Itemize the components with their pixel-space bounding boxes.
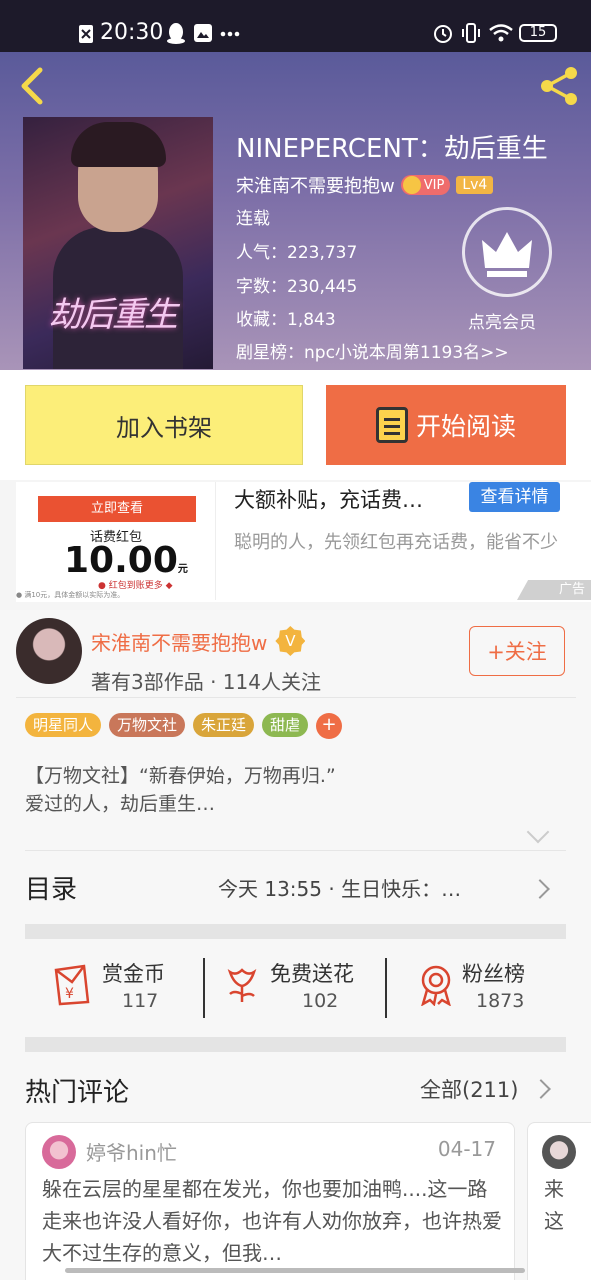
section-divider — [25, 924, 566, 939]
book-word-count: 字数：230,445 — [236, 277, 358, 297]
ad-amount-value: 10.00 — [64, 540, 178, 581]
stats-divider — [203, 958, 205, 1018]
action-bar: 加入书架 开始阅读 — [0, 370, 591, 480]
expand-intro-icon[interactable] — [526, 820, 550, 844]
book-popularity: 人气：223,737 — [236, 243, 358, 263]
ad-image-fine-print: ● 满10元，具体金额以实际为准。 — [16, 591, 125, 599]
ad-description: 聪明的人，先领红包再充话费，能省不少 — [234, 532, 558, 553]
ad-image-button: 立即查看 — [38, 496, 196, 522]
author-stats: 著有3部作品 · 114人关注 — [91, 670, 321, 694]
cover-hair — [71, 122, 166, 167]
send-flowers-value: 102 — [302, 990, 339, 1012]
medal-icon — [421, 965, 451, 1006]
author-card: 宋淮南不需要抱抱w V 著有3部作品 · 114人关注 +关注 — [16, 618, 576, 698]
reward-coins-value: 117 — [122, 990, 159, 1012]
book-intro: 【万物文社】“新春伊始，万物再归.” 爱过的人，劫后重生… — [25, 765, 336, 815]
avatar[interactable] — [42, 1135, 76, 1169]
author-name[interactable]: 宋淮南不需要抱抱w — [236, 172, 395, 198]
tag-item[interactable]: 朱正廷 — [193, 713, 255, 737]
more-notifications-icon — [220, 31, 240, 37]
alarm-icon — [434, 25, 452, 43]
book-cover[interactable]: 劫后重生 — [23, 117, 213, 369]
book-icon — [375, 407, 408, 443]
book-ranking-link[interactable]: 剧星榜：npc小说本周第1193名>> — [236, 338, 509, 363]
start-reading-button[interactable]: 开始阅读 — [326, 385, 566, 465]
avatar[interactable] — [16, 618, 82, 684]
all-comments-link[interactable]: 全部(211) — [420, 1074, 518, 1104]
svg-text:¥: ¥ — [65, 986, 74, 1002]
ad-image[interactable]: 立即查看 话费红包 10.00元 ● 红包到账更多 ◆ ● 满10元，具体金额以… — [16, 482, 216, 600]
comment-text: 躲在云层的星星都在发光，你也要加油鸭....这一路走来也许没人看好你，也许有人劝… — [42, 1177, 502, 1265]
scroll-indicator — [65, 1268, 525, 1273]
author-card-name-text: 宋淮南不需要抱抱w — [91, 630, 268, 655]
comment-card[interactable]: 来 这 — [527, 1122, 591, 1280]
book-favorites: 收藏：1,843 — [236, 310, 336, 330]
vip-badge: VIP — [400, 175, 451, 195]
fan-ranking-label: 粉丝榜 — [462, 962, 525, 986]
share-icon[interactable] — [537, 64, 581, 108]
author-card-name[interactable]: 宋淮南不需要抱抱w V — [91, 626, 306, 656]
tag-list: 明星同人 万物文社 朱正廷 甜虐 + — [25, 713, 343, 739]
reward-coins-button[interactable]: ¥ 赏金币 117 — [25, 950, 195, 1030]
gallery-icon — [194, 24, 212, 42]
tag-item[interactable]: 甜虐 — [262, 713, 309, 737]
back-arrow-icon[interactable] — [14, 64, 54, 108]
ad-amount-unit: 元 — [177, 564, 188, 575]
member-label[interactable]: 点亮会员 — [468, 308, 536, 333]
verified-badge-icon: V — [275, 626, 306, 656]
crown-icon — [402, 176, 421, 194]
comment-date: 04-17 — [437, 1137, 496, 1161]
section-divider — [25, 1037, 566, 1052]
member-crown-button[interactable] — [462, 207, 552, 297]
support-stats: ¥ 赏金币 117 免费送花 102 粉丝榜 1873 — [25, 940, 566, 1035]
chevron-right-icon — [531, 1079, 551, 1099]
ad-banner[interactable]: 立即查看 话费红包 10.00元 ● 红包到账更多 ◆ ● 满10元，具体金额以… — [16, 482, 591, 602]
qq-icon — [167, 23, 185, 44]
book-detail-content: 宋淮南不需要抱抱w V 著有3部作品 · 114人关注 +关注 明星同人 万物文… — [0, 610, 591, 1280]
ad-image-amount: 10.00元 — [64, 540, 188, 581]
stats-divider — [385, 958, 387, 1018]
flower-icon — [227, 968, 257, 1002]
wifi-icon — [489, 24, 513, 42]
status-time: 20:30 — [100, 20, 164, 45]
comment-text: 来 这 — [544, 1177, 564, 1233]
toc-latest-chapter: 今天 13:55 · 生日快乐：… — [218, 877, 462, 901]
tag-item[interactable]: 万物文社 — [109, 713, 186, 737]
toc-title: 目录 — [25, 875, 78, 905]
reward-coins-label: 赏金币 — [102, 962, 165, 986]
fan-ranking-value: 1873 — [476, 990, 525, 1012]
book-header: 劫后重生 NINEPERCENT：劫后重生 宋淮南不需要抱抱w VIP Lv4 … — [0, 52, 591, 370]
vibrate-icon — [462, 23, 480, 43]
ad-title[interactable]: 大额补贴，充话费… — [234, 484, 423, 514]
ad-label: 广告 — [517, 580, 591, 600]
comment-user[interactable]: 婷爷hin忙 — [86, 1137, 177, 1166]
crown-icon — [482, 232, 532, 277]
author-line[interactable]: 宋淮南不需要抱抱w VIP Lv4 — [236, 172, 494, 198]
chevron-right-icon — [530, 879, 550, 899]
start-reading-label: 开始阅读 — [415, 412, 516, 441]
add-to-shelf-button[interactable]: 加入书架 — [25, 385, 303, 465]
cover-title: 劫后重生 — [48, 295, 178, 335]
table-of-contents-row[interactable]: 目录 今天 13:55 · 生日快乐：… — [25, 850, 566, 918]
book-status: 连载 — [236, 209, 270, 229]
ad-detail-button[interactable]: 查看详情 — [469, 482, 560, 512]
tag-item[interactable]: 明星同人 — [25, 713, 102, 737]
fan-ranking-button[interactable]: 粉丝榜 1873 — [392, 950, 566, 1030]
comment-card[interactable]: 婷爷hin忙 04-17 躲在云层的星星都在发光，你也要加油鸭....这一路走来… — [25, 1122, 515, 1280]
hot-comments-title: 热门评论 — [25, 1078, 130, 1108]
battery-indicator: 15 — [519, 24, 557, 42]
red-envelope-icon: ¥ — [54, 964, 90, 1006]
level-badge: Lv4 — [456, 176, 494, 194]
no-sim-icon — [79, 25, 93, 43]
status-bar: 20:30 15 — [0, 0, 591, 52]
send-flowers-label: 免费送花 — [270, 962, 354, 986]
more-tags-button[interactable]: + — [316, 713, 343, 739]
vip-label: VIP — [423, 177, 445, 193]
send-flowers-button[interactable]: 免费送花 102 — [210, 950, 380, 1030]
follow-button[interactable]: +关注 — [469, 626, 565, 676]
book-title: NINEPERCENT：劫后重生 — [236, 134, 548, 164]
avatar[interactable] — [542, 1135, 576, 1169]
